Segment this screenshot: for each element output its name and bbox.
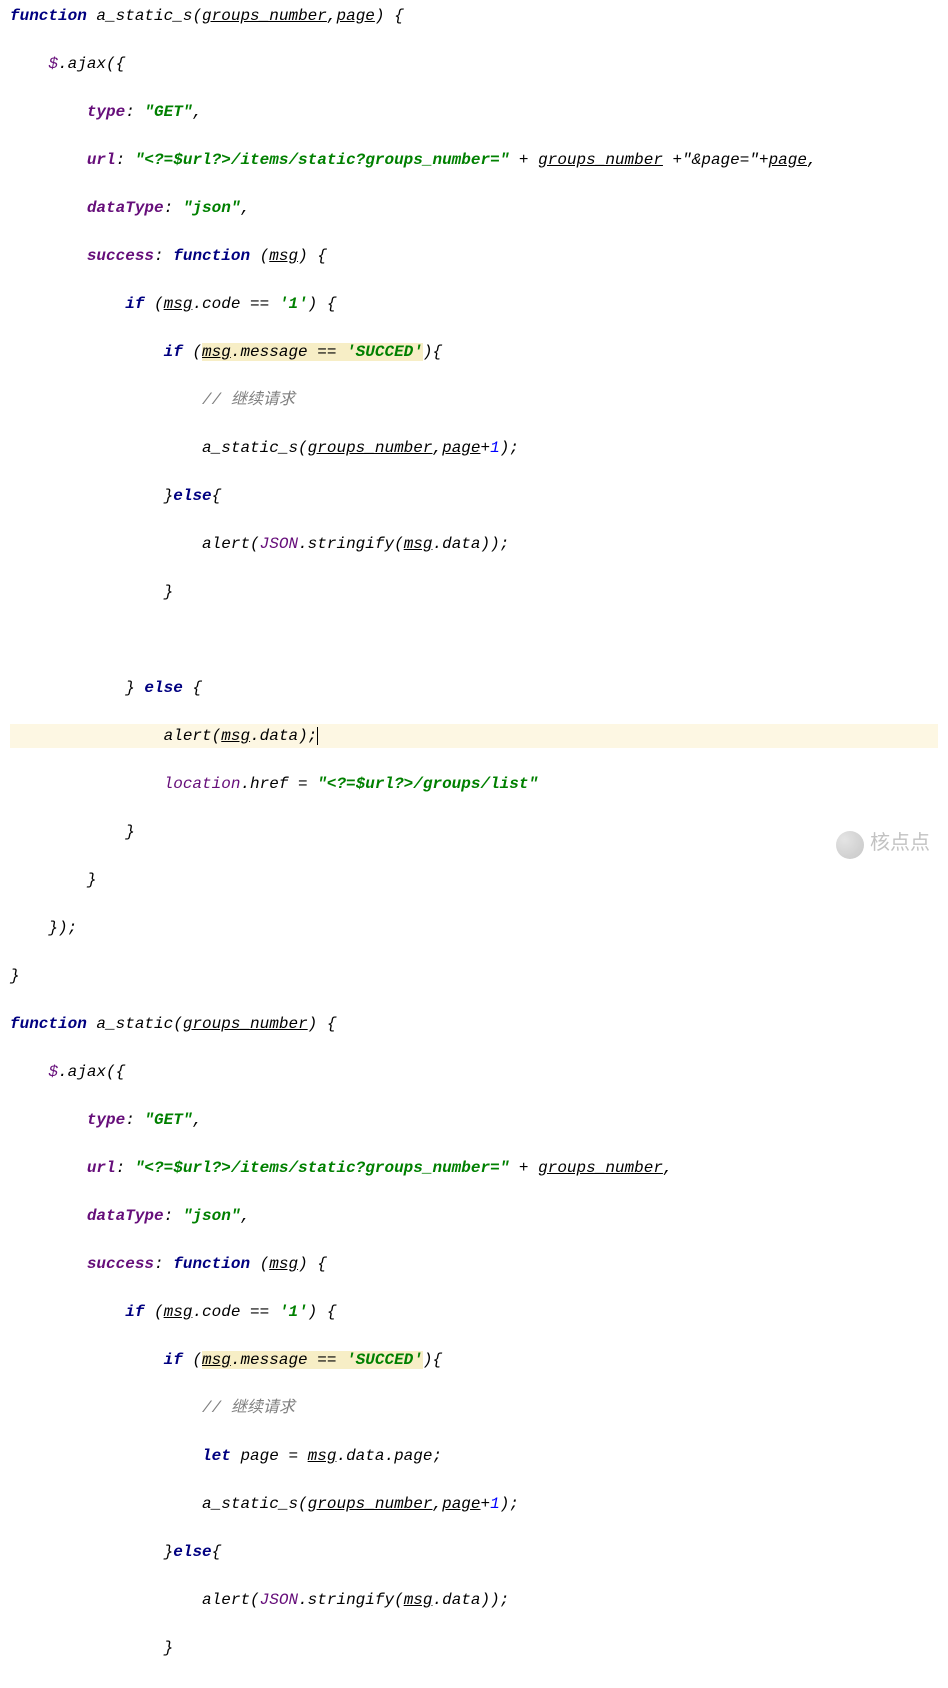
code-line: }	[10, 820, 938, 844]
code-line: }else{	[10, 1540, 938, 1564]
code-line: });	[10, 916, 938, 940]
code-line: if (msg.code == '1') {	[10, 292, 938, 316]
code-line: $.ajax({	[10, 1060, 938, 1084]
code-line: if (msg.message == 'SUCCED'){	[10, 340, 938, 364]
watermark-icon	[836, 831, 864, 859]
code-line: $.ajax({	[10, 52, 938, 76]
code-line: type: "GET",	[10, 1108, 938, 1132]
code-line: }else{	[10, 484, 938, 508]
code-line: alert(JSON.stringify(msg.data));	[10, 1588, 938, 1612]
code-line: url: "<?=$url?>/items/static?groups_numb…	[10, 1156, 938, 1180]
code-line: let page = msg.data.page;	[10, 1444, 938, 1468]
code-line: if (msg.message == 'SUCCED'){	[10, 1348, 938, 1372]
current-line: alert(msg.data);	[10, 724, 938, 748]
code-line: a_static_s(groups_number,page+1);	[10, 436, 938, 460]
code-line: }	[10, 580, 938, 604]
code-line: }	[10, 964, 938, 988]
code-line: // 继续请求	[10, 388, 938, 412]
code-line: success: function (msg) {	[10, 1252, 938, 1276]
code-line: // 继续请求	[10, 1396, 938, 1420]
code-line	[10, 628, 938, 652]
code-line: if (msg.code == '1') {	[10, 1300, 938, 1324]
code-line: a_static_s(groups_number,page+1);	[10, 1492, 938, 1516]
watermark-text: 核点点	[870, 833, 930, 857]
code-line: function a_static_s(groups_number,page) …	[10, 4, 938, 28]
code-line: }	[10, 868, 938, 892]
code-editor[interactable]: function a_static_s(groups_number,page) …	[0, 0, 948, 1688]
code-line: } else {	[10, 676, 938, 700]
code-line: type: "GET",	[10, 100, 938, 124]
watermark: 核点点	[836, 831, 930, 859]
code-line: function a_static(groups_number) {	[10, 1012, 938, 1036]
code-line: url: "<?=$url?>/items/static?groups_numb…	[10, 148, 938, 172]
code-line: success: function (msg) {	[10, 244, 938, 268]
code-line: }	[10, 1636, 938, 1660]
code-line: alert(JSON.stringify(msg.data));	[10, 532, 938, 556]
code-line: location.href = "<?=$url?>/groups/list"	[10, 772, 938, 796]
code-line: dataType: "json",	[10, 196, 938, 220]
code-line: dataType: "json",	[10, 1204, 938, 1228]
